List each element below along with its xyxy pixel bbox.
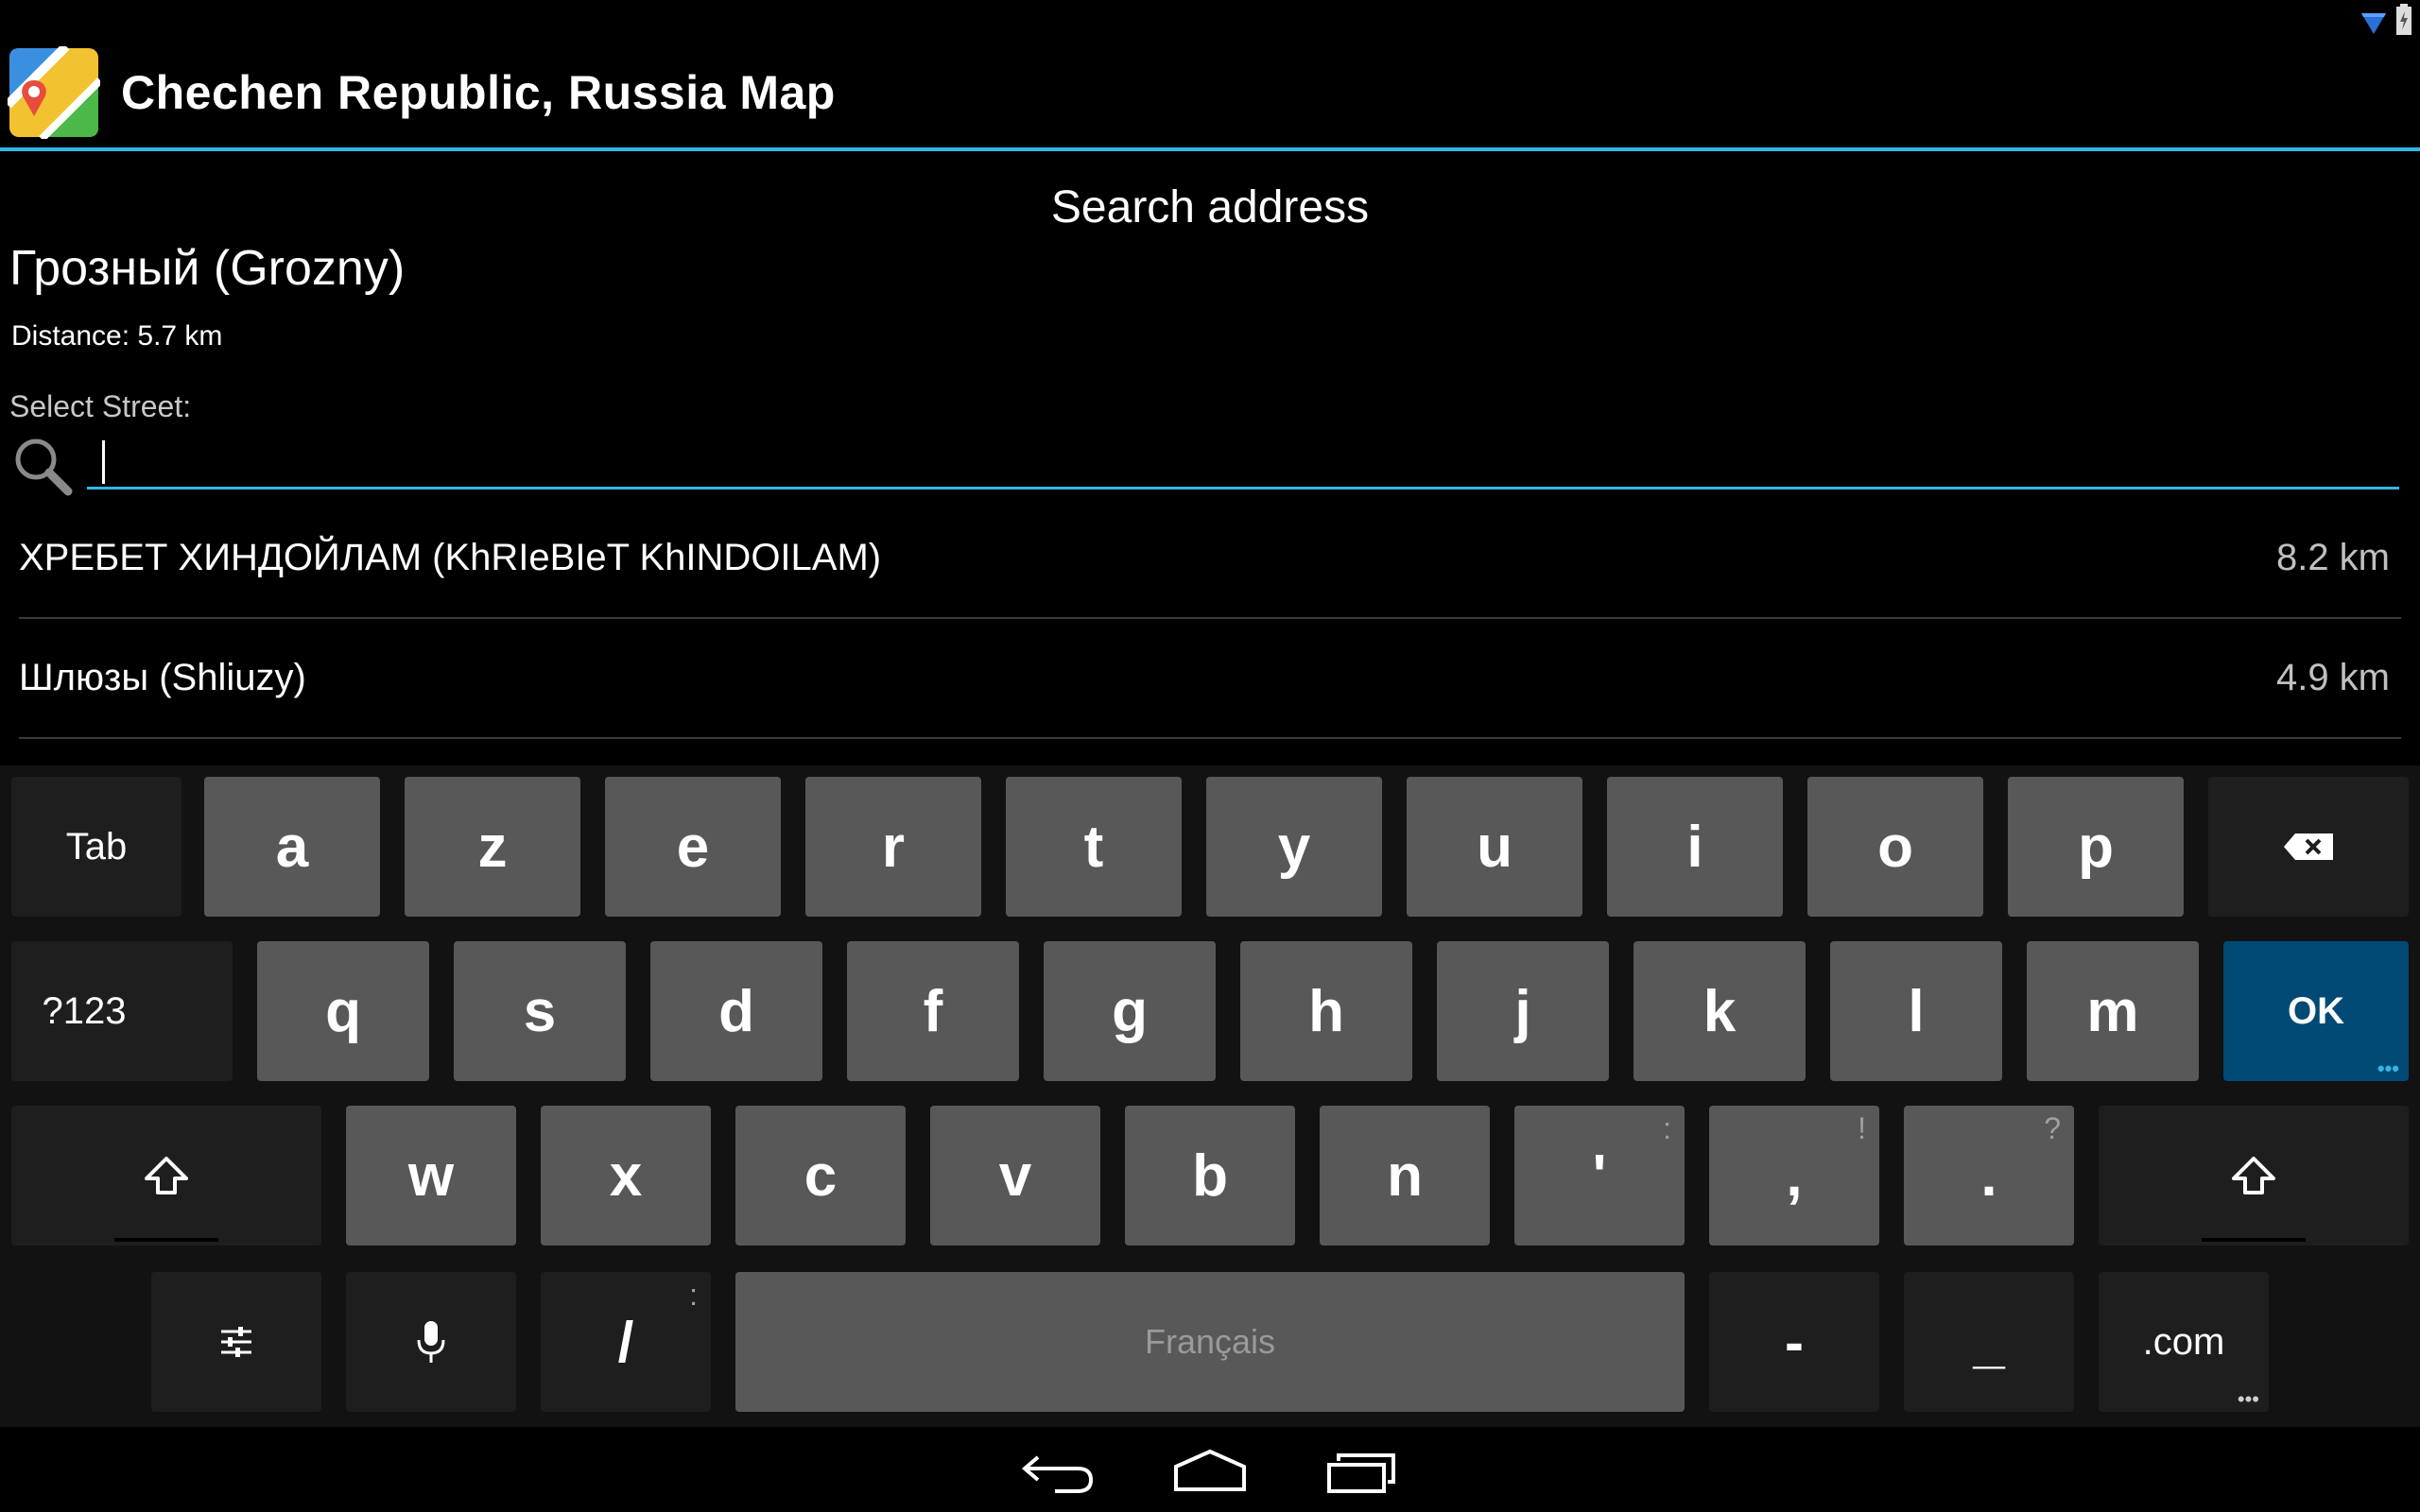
key-e[interactable]: e — [605, 777, 781, 917]
ok-key[interactable]: OK ••• — [2223, 941, 2409, 1081]
key-x[interactable]: x — [541, 1106, 711, 1246]
space-bar[interactable]: Français — [735, 1272, 1685, 1412]
key-comma[interactable]: , ! — [1709, 1106, 1879, 1246]
search-address-dialog: Search address Грозный (Grozny) Distance… — [0, 155, 2420, 765]
shift-arrow-icon — [2232, 1157, 2275, 1194]
key-p[interactable]: p — [2008, 777, 2184, 917]
app-map-icon[interactable] — [8, 46, 100, 139]
search-icon — [15, 438, 73, 496]
key-j[interactable]: j — [1437, 941, 1609, 1081]
sliders-icon — [221, 1327, 251, 1357]
key-f[interactable]: f — [847, 941, 1019, 1081]
key-c[interactable]: c — [735, 1106, 906, 1246]
backspace-key[interactable] — [2208, 777, 2409, 917]
shift-arrow-icon — [145, 1157, 188, 1194]
street-list-item[interactable]: ХРЕБЕТ ХИНДОЙЛАМ (KhRIeBIeT KhINDOILAM) … — [19, 499, 2401, 619]
more-dots: ••• — [2237, 1387, 2259, 1411]
key-q[interactable]: q — [257, 941, 429, 1081]
backspace-icon — [2284, 833, 2333, 860]
home-icon[interactable] — [1163, 1440, 1257, 1501]
key-i[interactable]: i — [1607, 777, 1783, 917]
text-cursor — [102, 440, 105, 484]
key-underscore[interactable]: _ — [1904, 1272, 2074, 1412]
key-r[interactable]: r — [805, 777, 981, 917]
key-d[interactable]: d — [650, 941, 822, 1081]
app-title: Chechen Republic, Russia Map — [121, 66, 836, 119]
key-g[interactable]: g — [1044, 941, 1216, 1081]
back-arrow-icon[interactable] — [1011, 1440, 1106, 1501]
symbols-key[interactable]: ?123 — [11, 941, 233, 1081]
key-period[interactable]: . ? — [1904, 1106, 2074, 1246]
key-dash[interactable]: - — [1709, 1272, 1879, 1412]
action-bar: Chechen Republic, Russia Map — [0, 38, 2420, 151]
street-distance: 4.9 km — [2275, 657, 2390, 698]
shift-key-right[interactable] — [2099, 1106, 2409, 1246]
keyboard-settings-key[interactable] — [151, 1272, 321, 1412]
voice-input-key[interactable] — [346, 1272, 516, 1412]
select-street-label: Select Street: — [9, 389, 192, 423]
street-search-input[interactable] — [87, 435, 2399, 490]
microphone-icon — [417, 1321, 445, 1363]
street-list: ХРЕБЕТ ХИНДОЙЛАМ (KhRIeBIeT KhINDOILAM) … — [0, 499, 2420, 739]
soft-keyboard: Tab a z e r t y u i o p ?123 q s d f g h… — [0, 765, 2420, 1427]
key-m[interactable]: m — [2027, 941, 2199, 1081]
key-y[interactable]: y — [1206, 777, 1382, 917]
key-slash[interactable]: / : — [541, 1272, 711, 1412]
shift-key-left[interactable] — [11, 1106, 321, 1246]
wifi-icon — [2361, 13, 2386, 34]
key-s[interactable]: s — [454, 941, 626, 1081]
key-l[interactable]: l — [1830, 941, 2002, 1081]
key-apostrophe[interactable]: ' : — [1514, 1106, 1685, 1246]
more-dots: ••• — [2377, 1057, 2399, 1080]
key-w[interactable]: w — [346, 1106, 516, 1246]
key-k[interactable]: k — [1634, 941, 1806, 1081]
dialog-title: Search address — [1050, 182, 1370, 232]
key-u[interactable]: u — [1407, 777, 1582, 917]
street-name: Шлюзы (Shliuzy) — [19, 657, 306, 698]
city-distance: Distance: 5.7 km — [11, 320, 223, 352]
tab-key[interactable]: Tab — [11, 777, 182, 917]
battery-charging-icon — [2396, 4, 2411, 35]
city-name: Грозный (Grozny) — [9, 241, 406, 296]
key-o[interactable]: o — [1807, 777, 1983, 917]
status-bar — [2360, 0, 2412, 38]
street-name: ХРЕБЕТ ХИНДОЙЛАМ (KhRIeBIeT KhINDOILAM) — [19, 537, 882, 578]
navigation-bar — [0, 1427, 2420, 1512]
key-dotcom[interactable]: .com ••• — [2099, 1272, 2269, 1412]
key-h[interactable]: h — [1240, 941, 1412, 1081]
recent-apps-icon[interactable] — [1316, 1440, 1410, 1501]
key-a[interactable]: a — [204, 777, 380, 917]
key-b[interactable]: b — [1125, 1106, 1295, 1246]
street-distance: 8.2 km — [2275, 537, 2390, 578]
street-list-item[interactable]: Шлюзы (Shliuzy) 4.9 km — [19, 619, 2401, 739]
key-v[interactable]: v — [930, 1106, 1100, 1246]
key-z[interactable]: z — [405, 777, 580, 917]
key-t[interactable]: t — [1006, 777, 1182, 917]
key-n[interactable]: n — [1320, 1106, 1490, 1246]
